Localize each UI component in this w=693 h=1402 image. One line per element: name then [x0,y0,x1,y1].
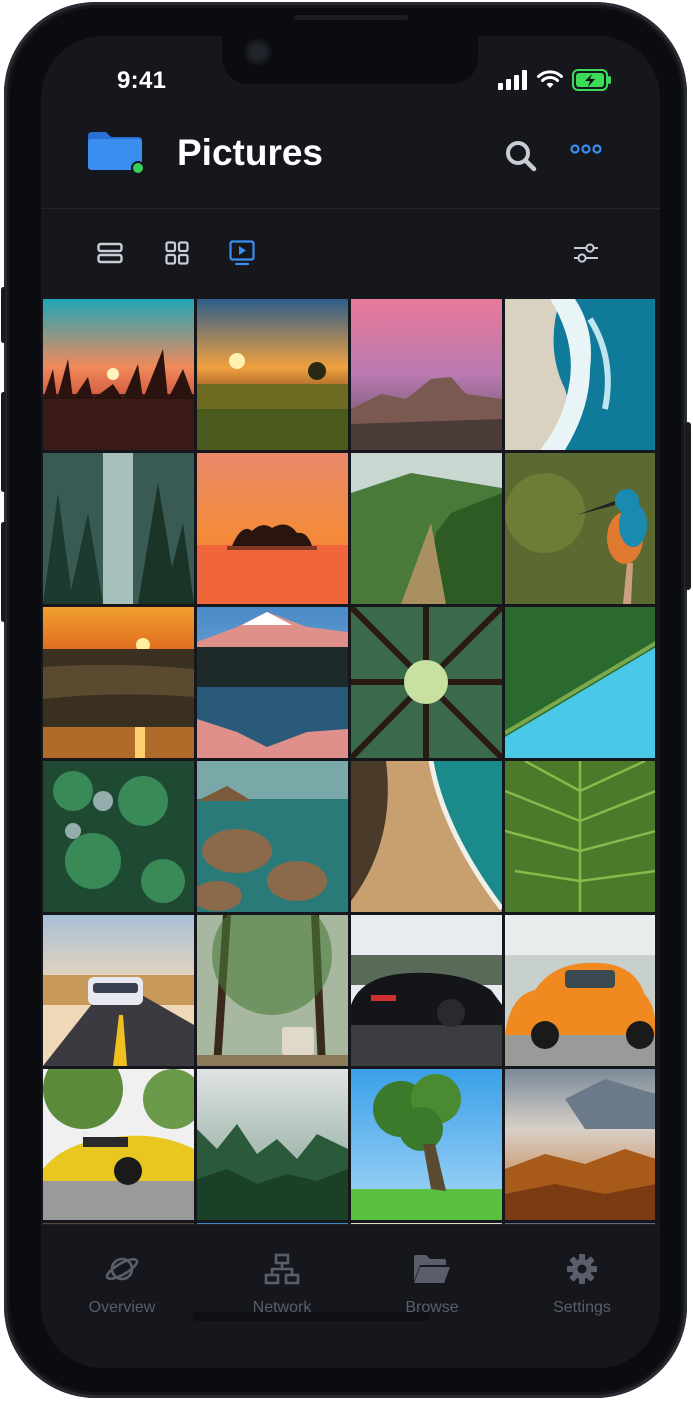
photo-thumbnail[interactable] [505,299,655,450]
folder-open-icon [412,1253,452,1290]
photo-thumbnail[interactable] [351,761,502,912]
phone-frame: 9:41 Pictures Overview Network Browse Se… [1,2,691,1398]
photo-thumbnail[interactable] [43,761,194,912]
search-button[interactable] [503,138,539,179]
photo-grid [43,299,655,1225]
list-view-icon [97,242,123,269]
more-options-button[interactable] [570,142,602,160]
nav-item-settings[interactable]: Settings [507,1253,657,1317]
more-dots-icon [570,142,602,159]
sliders-icon [573,241,599,270]
wifi-icon [537,70,563,95]
battery-icon [572,69,612,96]
slideshow-view-button[interactable] [227,239,257,271]
photo-thumbnail[interactable] [197,299,348,450]
nav-label-overview: Overview [88,1299,156,1316]
list-view-button[interactable] [95,240,125,270]
photo-thumbnail[interactable] [197,607,348,758]
volume-down-button [1,522,6,622]
photo-thumbnail[interactable] [197,761,348,912]
photo-thumbnail[interactable] [351,607,502,758]
photo-thumbnail[interactable] [351,1069,502,1220]
nav-item-overview[interactable]: Overview [47,1253,197,1317]
status-icons [498,69,612,96]
photo-thumbnail[interactable] [351,915,502,1066]
grid-view-button[interactable] [162,240,192,270]
photo-thumbnail[interactable] [505,915,655,1066]
gear-icon [566,1253,598,1290]
screen: 9:41 Pictures Overview Network Browse Se… [41,36,660,1368]
nav-item-browse[interactable]: Browse [357,1253,507,1317]
grid-view-icon [165,240,189,270]
power-button [685,422,691,590]
photo-thumbnail[interactable] [43,1069,194,1220]
page-title: Pictures [177,132,324,173]
search-icon [503,141,539,178]
nav-label-settings: Settings [553,1299,611,1316]
planet-icon [104,1253,140,1290]
nav-item-network[interactable]: Network [207,1253,357,1317]
signal-icon [498,70,528,95]
speaker-grille [294,15,408,20]
photo-thumbnail[interactable] [505,607,655,758]
photo-thumbnail[interactable] [505,453,655,604]
photo-thumbnail[interactable] [43,607,194,758]
front-camera [244,38,272,66]
bottom-navigation: Overview Network Browse Settings [41,1224,660,1368]
volume-up-button [1,392,6,492]
filter-button[interactable] [571,240,601,270]
folder-icon [86,128,146,181]
photo-thumbnail[interactable] [43,453,194,604]
photo-thumbnail[interactable] [43,915,194,1066]
photo-thumbnail[interactable] [505,761,655,912]
photo-thumbnail[interactable] [351,453,502,604]
network-icon [264,1253,300,1290]
photo-thumbnail[interactable] [197,1069,348,1220]
photo-thumbnail[interactable] [197,915,348,1066]
slideshow-view-icon [229,239,255,271]
header-divider [41,208,660,209]
photo-thumbnail[interactable] [505,1069,655,1220]
mute-switch [1,287,6,343]
home-indicator [192,1312,430,1321]
status-time: 9:41 [117,67,167,94]
photo-thumbnail[interactable] [351,299,502,450]
photo-thumbnail[interactable] [197,453,348,604]
photo-thumbnail[interactable] [43,299,194,450]
